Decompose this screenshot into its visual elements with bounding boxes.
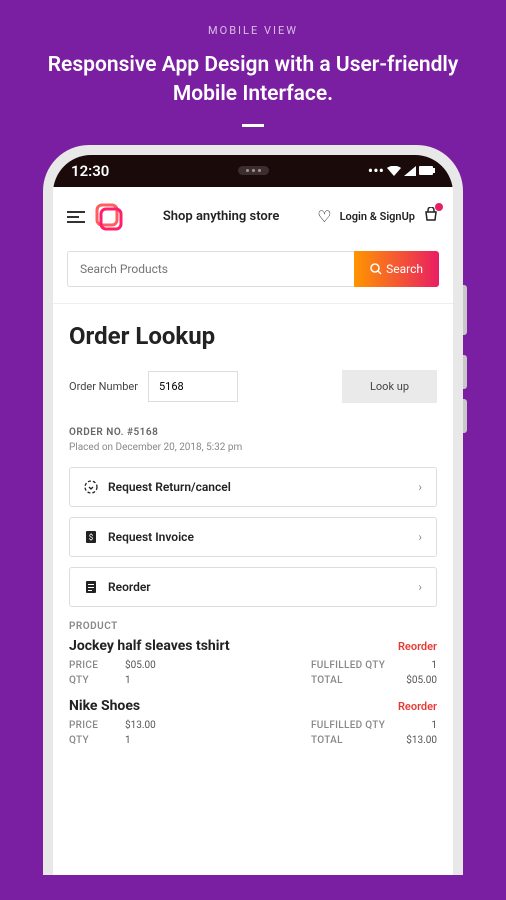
- chevron-right-icon: ›: [418, 580, 422, 594]
- total-value: $13.00: [401, 735, 437, 746]
- lookup-button[interactable]: Look up: [342, 370, 437, 403]
- login-link[interactable]: Login & SignUp: [340, 210, 415, 223]
- logo-icon[interactable]: [93, 201, 125, 233]
- notch: [183, 155, 323, 187]
- heart-icon[interactable]: ♡: [317, 207, 331, 226]
- divider: [242, 124, 264, 127]
- product-name: Nike Shoes: [69, 698, 140, 714]
- cart-badge: [435, 203, 443, 211]
- lookup-row: Order Number Look up: [69, 370, 437, 403]
- order-number-input[interactable]: [148, 371, 238, 402]
- qty-label: QTY: [69, 735, 125, 746]
- svg-text:$: $: [89, 533, 94, 542]
- volume-up: [463, 355, 467, 389]
- battery-icon: [419, 166, 435, 175]
- invoice-icon: $: [84, 530, 98, 544]
- search-button-label: Search: [386, 262, 423, 276]
- total-label: TOTAL: [311, 735, 401, 746]
- product-details: PRICE $13.00 FULFILLED QTY 1 QTY 1 TOTAL…: [69, 720, 437, 746]
- power-button: [463, 285, 467, 335]
- search-input[interactable]: [67, 251, 354, 287]
- volume-down: [463, 399, 467, 433]
- reorder-icon: [84, 580, 98, 594]
- chevron-right-icon: ›: [418, 480, 422, 494]
- app-header: Shop anything store ♡ Login & SignUp: [53, 187, 453, 243]
- order-placed-date: Placed on December 20, 2018, 5:32 pm: [69, 442, 437, 453]
- product-details: PRICE $05.00 FULFILLED QTY 1 QTY 1 TOTAL…: [69, 660, 437, 686]
- search-row: Search: [53, 243, 453, 303]
- price-value: $13.00: [125, 720, 311, 731]
- clock: 12:30: [71, 162, 109, 180]
- status-bar: 12:30 •••: [53, 155, 453, 187]
- total-label: TOTAL: [311, 675, 401, 686]
- store-name: Shop anything store: [133, 209, 309, 224]
- qty-value: 1: [125, 735, 311, 746]
- reorder-link[interactable]: Reorder: [398, 700, 437, 713]
- action-label: Request Invoice: [108, 530, 408, 544]
- action-label: Reorder: [108, 580, 408, 594]
- action-request-return[interactable]: Request Return/cancel ›: [69, 467, 437, 507]
- qty-value: 1: [125, 675, 311, 686]
- fulfilled-value: 1: [401, 660, 437, 671]
- return-icon: [84, 480, 98, 494]
- price-label: PRICE: [69, 660, 125, 671]
- search-icon: [370, 263, 382, 275]
- product-section-label: PRODUCT: [69, 621, 437, 632]
- cart-icon[interactable]: [423, 207, 439, 227]
- search-button[interactable]: Search: [354, 251, 439, 287]
- action-reorder[interactable]: Reorder ›: [69, 567, 437, 607]
- more-icon: •••: [368, 161, 384, 180]
- phone-frame: 12:30 ••• Shop anything store: [43, 145, 463, 875]
- action-request-invoice[interactable]: $ Request Invoice ›: [69, 517, 437, 557]
- action-label: Request Return/cancel: [108, 480, 408, 494]
- total-value: $05.00: [401, 675, 437, 686]
- qty-label: QTY: [69, 675, 125, 686]
- menu-icon[interactable]: [67, 211, 85, 223]
- order-number-label: Order Number: [69, 380, 138, 393]
- product-row: Jockey half sleaves tshirt Reorder: [69, 638, 437, 654]
- chevron-right-icon: ›: [418, 530, 422, 544]
- status-icons: •••: [368, 161, 435, 180]
- promo-label: MOBILE VIEW: [0, 24, 506, 37]
- fulfilled-label: FULFILLED QTY: [311, 720, 401, 731]
- signal-icon: [404, 166, 416, 176]
- price-label: PRICE: [69, 720, 125, 731]
- product-row: Nike Shoes Reorder: [69, 698, 437, 714]
- fulfilled-value: 1: [401, 720, 437, 731]
- order-number-display: ORDER NO. #5168: [69, 427, 437, 438]
- wifi-icon: [387, 166, 401, 176]
- fulfilled-label: FULFILLED QTY: [311, 660, 401, 671]
- page-title: Order Lookup: [69, 322, 437, 350]
- product-name: Jockey half sleaves tshirt: [69, 638, 230, 654]
- price-value: $05.00: [125, 660, 311, 671]
- promo-headline: Responsive App Design with a User-friend…: [0, 51, 506, 110]
- reorder-link[interactable]: Reorder: [398, 640, 437, 653]
